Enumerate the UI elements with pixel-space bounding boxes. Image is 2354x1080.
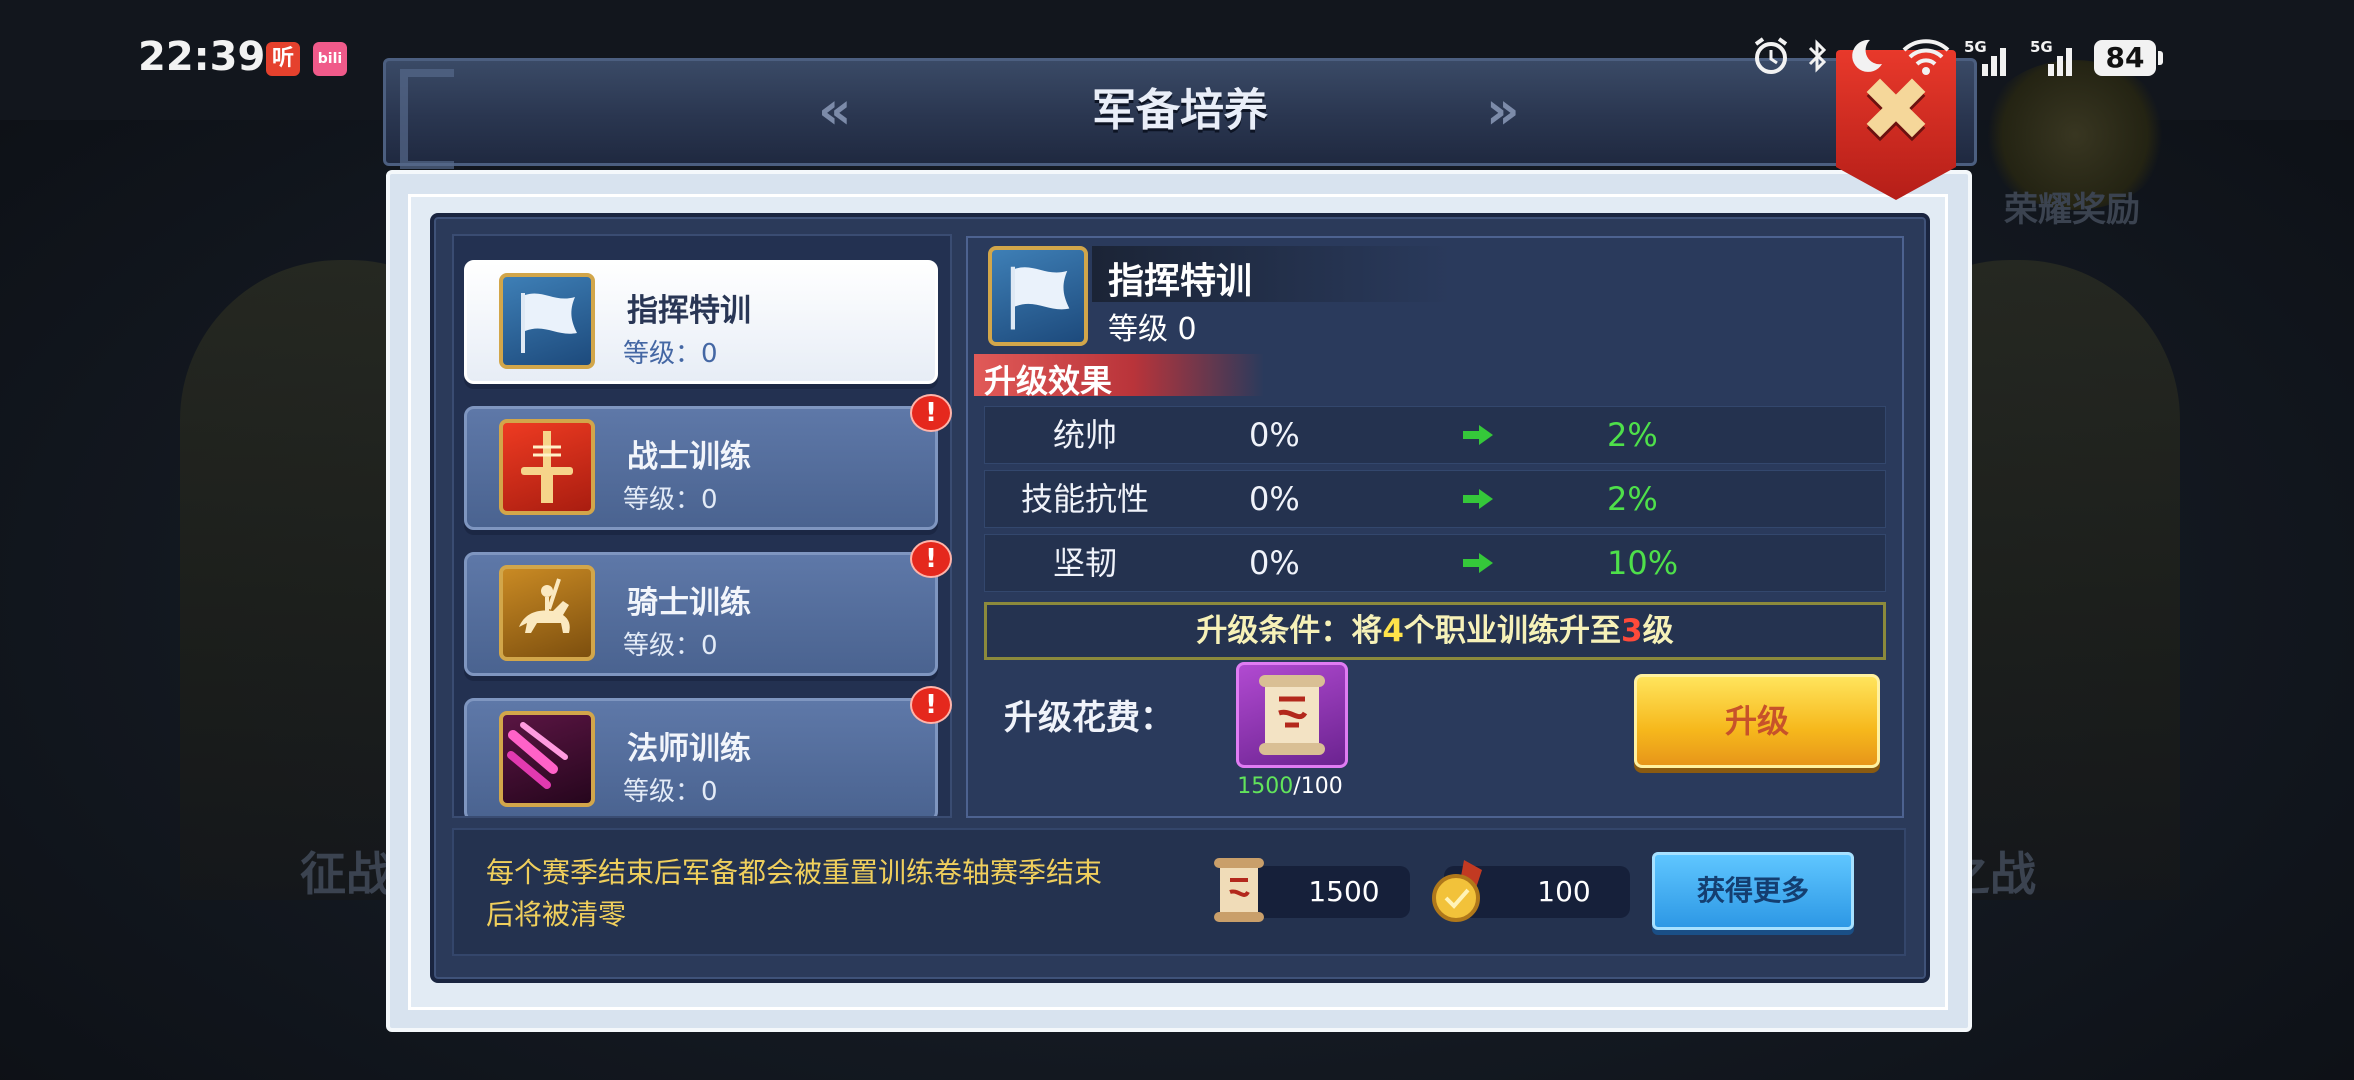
medal-icon [1432,860,1482,922]
cellular-signal-icon-2: 5G [2030,38,2078,78]
resource-scroll: 1500 [1214,858,1410,922]
effect-row-toughness: 坚韧 0% 10% [984,534,1886,592]
bilibili-app-icon: bili [313,42,347,76]
condition-text: 级 [1642,613,1674,649]
effect-current: 0% [1249,480,1300,518]
get-more-button[interactable]: 获得更多 [1652,852,1854,930]
knight-icon [499,565,595,661]
mage-icon [499,711,595,807]
flag-icon [988,246,1088,346]
signal-label: 5G [2030,38,2053,56]
upgrade-cost-label: 升级花费： [1004,698,1174,738]
upgrade-cost-amount: 1500/100 [1210,774,1370,799]
background-label-honor-reward: 荣耀奖励 [2004,190,2140,230]
resource-value: 1500 [1308,875,1380,908]
training-detail-panel: 指挥特训 等级 0 升级效果 统帅 0% 2% 技能抗性 0% 2% 坚韧 0%… [966,236,1904,818]
condition-target-level: 3 [1621,613,1643,649]
training-item-name: 战士训练 [627,439,751,475]
effect-stat: 坚韧 [1052,544,1117,582]
detail-title: 指挥特训 [1108,261,1253,302]
condition-text: 个职业训练升至 [1404,613,1621,649]
effect-stat: 技能抗性 [1020,480,1149,518]
status-bar: 22:39 听 bili 5G 5G 84 [0,0,2354,118]
training-scroll-icon[interactable] [1236,662,1348,768]
training-item-level: 等级：0 [623,631,718,661]
effect-row-skill-resistance: 技能抗性 0% 2% [984,470,1886,528]
effect-next: 2% [1607,416,1658,454]
effect-row-command: 统帅 0% 2% [984,406,1886,464]
upgrade-condition: 升级条件：将4个职业训练升至3级 [984,602,1886,660]
condition-text: 将 [1351,613,1383,649]
cost-have: 1500 [1237,774,1294,799]
arrow-right-icon [1463,425,1493,445]
training-item-command[interactable]: 指挥特训 等级：0 [464,260,938,384]
sword-icon [499,419,595,515]
training-item-level: 等级：0 [623,777,718,807]
training-item-name: 法师训练 [627,731,751,767]
effect-current: 0% [1249,416,1300,454]
footer-info-bar: 每个赛季结束后军备都会被重置训练卷轴赛季结束后将被清零 1500 100 获得更… [452,828,1906,956]
effect-current: 0% [1249,544,1300,582]
do-not-disturb-moon-icon [1846,36,1884,76]
training-item-knight[interactable]: 骑士训练 等级：0 [464,552,938,676]
training-item-name: 指挥特训 [627,293,751,329]
cost-need: /100 [1293,774,1343,799]
training-item-warrior[interactable]: 战士训练 等级：0 [464,406,938,530]
resource-value: 100 [1537,875,1591,908]
effect-stat: 统帅 [1052,416,1117,454]
training-item-level: 等级：0 [623,485,718,515]
cellular-signal-icon-1: 5G [1964,38,2012,78]
wifi-icon [1900,36,1952,76]
training-item-name: 骑士训练 [627,585,751,621]
alert-badge-warrior: ! [910,394,952,432]
status-clock: 22:39 [138,34,266,80]
battery-indicator: 84 [2094,40,2163,76]
training-item-mage[interactable]: 法师训练 等级：0 [464,698,938,816]
arrow-right-icon [1463,489,1493,509]
season-reset-notice: 每个赛季结束后军备都会被重置训练卷轴赛季结束后将被清零 [486,856,1103,931]
condition-prefix: 升级条件： [1196,613,1352,649]
flag-icon [499,273,595,369]
listen-app-icon: 听 [266,42,300,76]
alarm-icon [1752,36,1790,76]
detail-level: 等级 0 [1108,312,1197,347]
effects-title: 升级效果 [984,362,1113,400]
alert-badge-mage: ! [910,686,952,724]
effect-next: 10% [1607,544,1679,582]
training-item-level: 等级：0 [623,339,718,369]
training-list[interactable]: 指挥特训 等级：0 战士训练 等级：0 骑士训练 等级：0 法师训练 等级：0 [452,234,952,818]
arrow-right-icon [1463,553,1493,573]
bluetooth-icon [1806,36,1830,76]
condition-count: 4 [1382,613,1404,649]
scroll-icon [1214,858,1264,922]
upgrade-button[interactable]: 升级 [1634,674,1880,768]
alert-badge-knight: ! [910,540,952,578]
signal-label: 5G [1964,38,1987,56]
effect-next: 2% [1607,480,1658,518]
background-label-left: 征战 [300,847,392,901]
resource-medal: 100 [1432,860,1630,922]
